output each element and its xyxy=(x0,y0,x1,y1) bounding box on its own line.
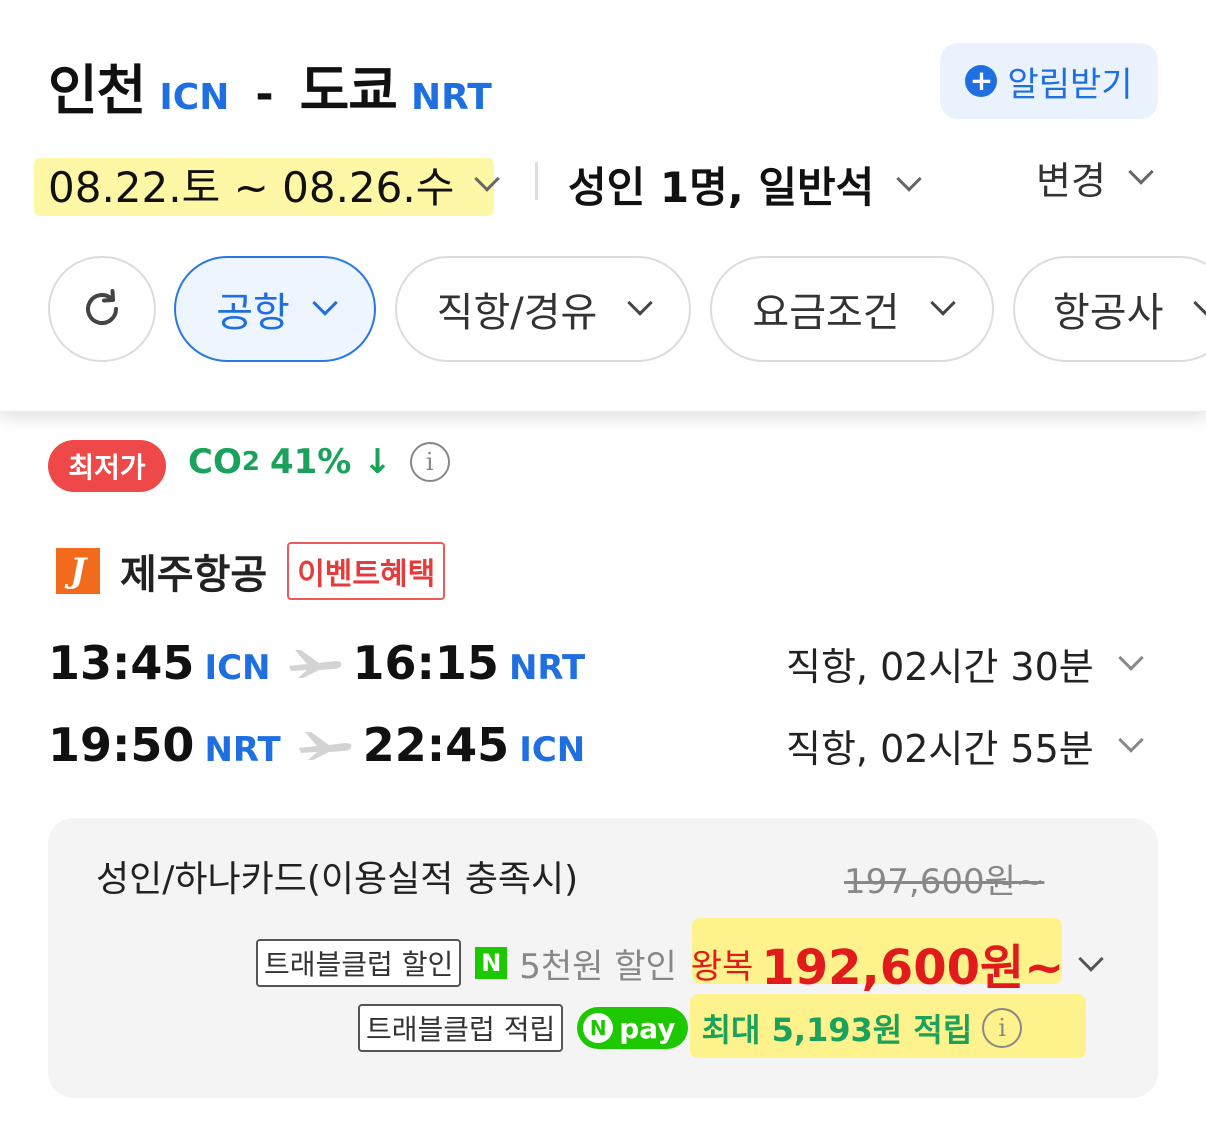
change-search-button[interactable]: 변경 xyxy=(1036,150,1154,205)
passenger-summary: 성인 1명, 일반석 xyxy=(568,163,875,212)
co2-subscript: 2 xyxy=(241,447,260,477)
chevron-down-icon xyxy=(627,290,654,316)
search-header: 인천 ICN - 도쿄 NRT + 알림받기 08.22.토 ~ 08.26.수… xyxy=(0,0,1206,412)
leg-duration: 직항, 02시간 30분 xyxy=(786,645,1094,689)
filter-chip-airline[interactable]: 항공사 xyxy=(1013,256,1206,362)
origin-city: 인천 xyxy=(48,59,146,122)
info-icon[interactable]: i xyxy=(409,442,450,482)
discount-amount: 5천원 할인 xyxy=(519,946,677,987)
event-badge: 이벤트혜택 xyxy=(287,542,446,600)
outbound-leg[interactable]: 13:45 ICN 16:15 NRT xyxy=(48,636,585,690)
airline-row: J 제주항공 이벤트혜택 xyxy=(56,542,446,600)
arrival-time: 16:15 xyxy=(352,636,499,690)
travelclub-points-tag: 트래블클럽 적립 xyxy=(358,1004,564,1052)
plane-icon xyxy=(288,650,341,678)
change-label: 변경 xyxy=(1036,159,1106,203)
original-price: 197,600원~ xyxy=(844,862,1045,902)
points-row: 트래블클럽 적립 N pay 최대 5,193원 적립 i xyxy=(358,1004,1023,1052)
date-selector[interactable]: 08.22.토 ~ 08.26.수 xyxy=(48,154,501,215)
price-expand-button[interactable] xyxy=(1078,946,1104,972)
departure-time: 13:45 xyxy=(48,636,195,690)
price-alert-label: 알림받기 xyxy=(1007,64,1133,105)
filter-chip-label: 공항 xyxy=(216,290,290,336)
chevron-down-icon xyxy=(896,165,922,192)
price-alert-button[interactable]: + 알림받기 xyxy=(940,43,1158,119)
departure-code: ICN xyxy=(204,648,271,688)
naver-logo: N xyxy=(475,947,508,979)
dest-city: 도쿄 xyxy=(299,59,398,122)
co2-prefix: CO xyxy=(188,442,242,482)
roundtrip-label: 왕복 xyxy=(690,946,754,987)
plane-icon xyxy=(298,732,352,760)
airline-name: 제주항공 xyxy=(120,552,268,598)
plus-icon: + xyxy=(965,65,998,97)
filter-chip-airport[interactable]: 공항 xyxy=(174,256,376,362)
arrival-code: NRT xyxy=(508,648,586,688)
points-text: 최대 5,193원 적립 xyxy=(701,1011,973,1049)
co2-value: 41% ↓ xyxy=(269,442,392,482)
chevron-down-icon xyxy=(312,290,338,316)
route-separator: - xyxy=(255,69,274,120)
outbound-leg-info[interactable]: 직항, 02시간 30분 xyxy=(786,636,1144,691)
airline-logo: J xyxy=(56,548,100,594)
route-title: 인천 ICN - 도쿄 NRT xyxy=(48,46,492,125)
refresh-filter-button[interactable] xyxy=(48,256,156,362)
arrival-time: 22:45 xyxy=(362,718,510,772)
origin-code: ICN xyxy=(159,77,230,118)
dest-code: NRT xyxy=(410,77,492,118)
return-leg-info[interactable]: 직항, 02시간 55분 xyxy=(786,718,1144,773)
npay-label: pay xyxy=(619,1011,676,1045)
npay-n: N xyxy=(583,1013,614,1043)
departure-code: NRT xyxy=(204,730,281,770)
filter-chip-label: 항공사 xyxy=(1053,290,1164,336)
filter-chip-stops[interactable]: 직항/경유 xyxy=(395,256,691,362)
arrival-code: ICN xyxy=(519,730,586,770)
filter-chip-label: 직항/경유 xyxy=(436,290,598,336)
divider xyxy=(535,162,538,200)
travelclub-discount-tag: 트래블클럽 할인 xyxy=(256,939,462,987)
fare-condition-label: 성인/하나카드(이용실적 충족시) xyxy=(96,859,579,900)
co2-indicator: CO 2 41% ↓ i xyxy=(188,442,450,482)
filter-chip-fare[interactable]: 요금조건 xyxy=(710,256,994,362)
chevron-down-icon xyxy=(474,165,501,192)
chevron-down-icon xyxy=(1193,290,1206,316)
lowest-price-badge: 최저가 xyxy=(48,440,166,492)
return-leg[interactable]: 19:50 NRT 22:45 ICN xyxy=(48,718,585,772)
filter-chip-label: 요금조건 xyxy=(752,290,900,336)
date-range: 08.22.토 ~ 08.26.수 xyxy=(48,163,455,212)
chevron-down-icon xyxy=(1118,644,1144,671)
price-card[interactable]: 성인/하나카드(이용실적 충족시) 197,600원~ 트래블클럽 할인 N 5… xyxy=(48,818,1158,1098)
chevron-down-icon xyxy=(1078,946,1104,972)
chevron-down-icon xyxy=(1118,726,1144,753)
departure-time: 19:50 xyxy=(48,718,195,772)
passenger-selector[interactable]: 성인 1명, 일반석 xyxy=(568,154,922,215)
final-price: 192,600원~ xyxy=(761,940,1065,996)
discount-row: 트래블클럽 할인 N 5천원 할인 왕복 192,600원~ xyxy=(256,928,1064,998)
info-icon[interactable]: i xyxy=(982,1008,1023,1048)
chevron-down-icon xyxy=(1128,158,1154,185)
npay-logo: N pay xyxy=(577,1007,688,1049)
filter-bar: 공항 직항/경유 요금조건 항공사 xyxy=(48,256,1206,362)
leg-duration: 직항, 02시간 55분 xyxy=(786,727,1094,771)
refresh-icon xyxy=(86,289,118,325)
chevron-down-icon xyxy=(929,290,956,316)
